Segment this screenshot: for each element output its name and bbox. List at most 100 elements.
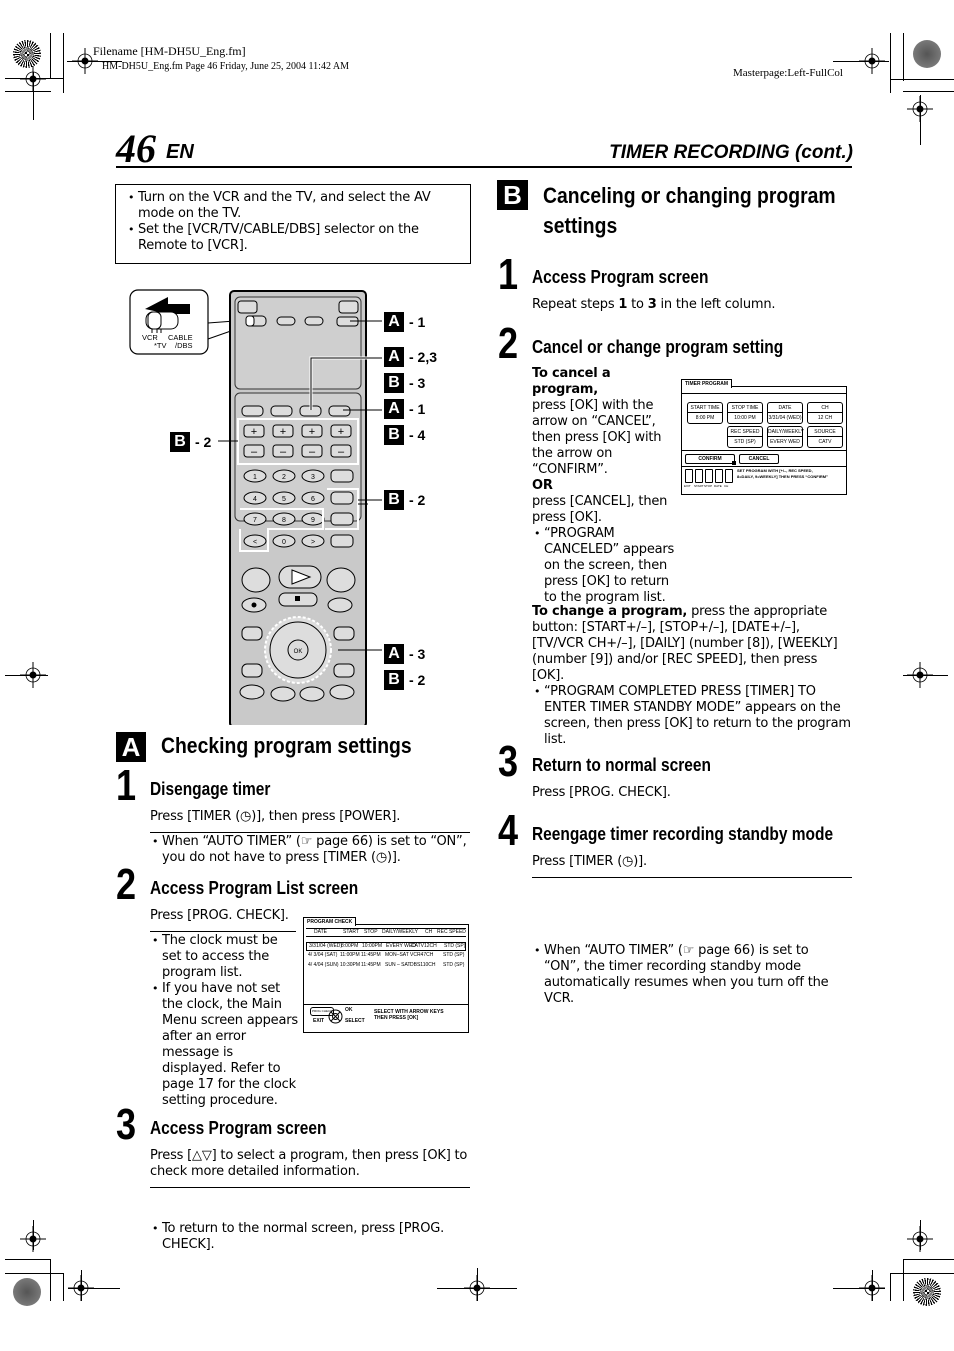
cancel-note: “PROGRAM CANCELED” appears on the screen… (532, 526, 680, 606)
cancel-lead: To cancel a program, (532, 366, 611, 397)
section-b-step-4-note: When “AUTO TIMER” (☞ page 66) is set to … (532, 943, 832, 1007)
key-label: DATE (714, 484, 722, 488)
program-check-tab: PROGRAM CHECK (303, 917, 357, 926)
program-check-row[interactable]: 3/31/04 (WED) 8:00PM 10:00PM EVERY WED CATV1… (306, 942, 466, 951)
section-a-step-3-note: To return to the normal screen, press [P… (150, 1221, 450, 1253)
program-check-footer: PROG CHECK EXIT OK SELECT SELECT WITH AR… (304, 1005, 468, 1033)
divider (150, 832, 470, 833)
divider (150, 931, 296, 932)
selector-label-tv: *TV (154, 341, 167, 350)
change-program-instructions: To change a program, press the appropria… (532, 604, 852, 748)
field-label: CH (808, 403, 842, 413)
svg-text:–: – (251, 446, 258, 458)
section-b-title-line-2: settings (543, 213, 618, 238)
timer-field-date[interactable]: DATE 3/31/04 (WED) (767, 402, 803, 424)
timer-field-source[interactable]: SOURCE CATV (807, 426, 843, 448)
program-check-row[interactable]: 4/ 3/04 (SAT) 11:00PM 11:45PM MON–SAT VCR47C… (306, 952, 466, 961)
page-header: 46 EN TIMER RECORDING (cont.) (116, 125, 853, 171)
col-ch: CH (425, 929, 433, 935)
svg-text:>: > (311, 539, 315, 546)
section-b-step-3-number: 3 (498, 737, 519, 786)
divider (150, 1187, 470, 1188)
cancel-text: press [OK] with the arrow on “CANCEL”, t… (532, 398, 662, 477)
field-label: SOURCE (808, 427, 842, 437)
print-fileinfo: HM-DH5U_Eng.fm Page 46 Friday, June 25, … (102, 61, 350, 72)
timer-field-start-time[interactable]: START TIME 8:00 PM (687, 402, 723, 424)
svg-text:–: – (309, 446, 316, 458)
callout-b-4: B- 4 (384, 425, 425, 445)
cell-daily: SUN – SAT (385, 962, 411, 968)
cell-ch: DBS110CH (410, 962, 436, 968)
header-rule (116, 166, 852, 168)
select-label: SELECT (345, 1018, 365, 1024)
registration-rosette-icon (913, 1278, 941, 1306)
print-masterpage: Masterpage:Left-FullCol (733, 67, 843, 79)
section-b-step-1-text: Repeat steps 1 to 3 in the left column. (532, 297, 776, 313)
col-daily-weekly: DAILY/WEEKLY (382, 929, 418, 935)
cell-start: 8:00PM (341, 943, 359, 949)
note-item: If you have not set the clock, the Main … (150, 981, 298, 1109)
svg-text:5: 5 (282, 496, 286, 503)
timer-field-daily-weekly[interactable]: DAILY/WEEKLY EVERY WED (767, 426, 804, 448)
svg-text:3: 3 (311, 474, 315, 481)
section-a-step-1-number: 1 (116, 761, 137, 810)
section-a-step-1-title: Disengage timer (150, 779, 271, 799)
section-b-step-1-number: 1 (498, 250, 519, 299)
confirm-button[interactable]: CONFIRM (685, 454, 735, 464)
timer-field-ch[interactable]: CH 12 CH (807, 402, 843, 424)
key-label: EXIT (684, 484, 691, 488)
key-icon-exit (685, 469, 693, 483)
timer-field-rec-speed[interactable]: REC SPEED STD (SP) (727, 426, 763, 448)
section-b-badge: B (497, 180, 528, 210)
key-label: STOP (704, 484, 713, 488)
cell-date: 3/31/04 (WED) (309, 943, 343, 949)
step-ref: 3 (647, 297, 657, 312)
remote-illustration: VCR CABLE *TV /DBS + + + + – – – – 1 2 3… (128, 289, 468, 728)
svg-text:6: 6 (311, 496, 315, 503)
section-b-step-1-title: Access Program screen (532, 267, 709, 287)
registration-rosette-icon (13, 1278, 41, 1306)
step-ref: 1 (618, 297, 628, 312)
divider (682, 466, 846, 467)
svg-text:0: 0 (282, 539, 286, 546)
callout-b-2-left: B- 2 (170, 432, 211, 452)
text: to (627, 297, 648, 312)
field-label: REC SPEED (728, 427, 762, 437)
change-note: “PROGRAM COMPLETED PRESS [TIMER] TO ENTE… (532, 684, 852, 748)
cancel-program-instructions: To cancel a program, press [OK] with the… (532, 366, 680, 606)
field-value: 8:00 PM (695, 415, 715, 421)
col-start: START (343, 929, 359, 935)
cell-date: 4/ 3/04 (SAT) (308, 952, 338, 958)
ok-key-label: OK (294, 649, 303, 655)
callout-a-1-second: A- 1 (384, 399, 425, 419)
text: in the left column. (656, 297, 776, 312)
svg-text:+: + (280, 426, 286, 438)
field-label: STOP TIME (728, 403, 762, 413)
prerequisite-item: Set the [VCR/TV/CABLE/DBS] selector on t… (126, 222, 462, 254)
section-b-step-3-text: Press [PROG. CHECK]. (532, 785, 671, 800)
section-b-step-4-text: Press [TIMER (◷)]. (532, 854, 647, 869)
svg-text:–: – (338, 446, 345, 458)
cancel-button[interactable]: CANCEL (739, 454, 779, 464)
field-value: 10:00 PM (734, 415, 756, 421)
key-icon-ch (725, 469, 733, 483)
svg-text:+: + (338, 426, 344, 438)
key-icon-stop (705, 469, 713, 483)
svg-text:8: 8 (282, 517, 286, 524)
field-value: 12 CH (817, 415, 833, 421)
cell-ch: CATV12CH (411, 943, 437, 949)
ok-label: OK (345, 1007, 353, 1013)
note-item: The clock must be set to access the prog… (150, 933, 298, 981)
key-label: CH (724, 484, 729, 488)
cell-speed: STD (SP) (443, 952, 465, 958)
program-check-row[interactable]: 4/ 4/04 (SUN) 10:30PM 11:45PM SUN – SAT DBS1… (306, 962, 466, 971)
timer-program-tab: TIMER PROGRAM (681, 379, 733, 388)
section-b-step-4-title: Reengage timer recording standby mode (532, 824, 834, 844)
timer-field-stop-time[interactable]: STOP TIME 10:00 PM (727, 402, 763, 424)
section-a-step-2-text: Press [PROG. CHECK]. (150, 908, 289, 923)
prerequisite-note-box: Turn on the VCR and the TV, and select t… (115, 184, 471, 264)
timer-program-screen: TIMER PROGRAM START TIME 8:00 PM STOP TIME… (681, 379, 847, 495)
cancel-alt: press [CANCEL], then press [OK]. (532, 494, 668, 525)
section-b-step-2-title: Cancel or change program setting (532, 337, 784, 357)
cursor-icon (732, 461, 736, 465)
